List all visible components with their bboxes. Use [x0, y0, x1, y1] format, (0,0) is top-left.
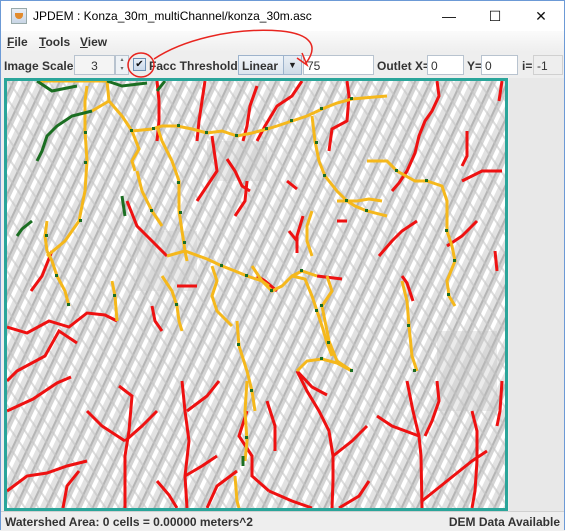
- i-value-field: -1: [533, 55, 563, 75]
- stream-node: [453, 259, 456, 262]
- menu-view-mnemonic: V: [80, 35, 88, 49]
- threshold-input[interactable]: 75: [303, 55, 374, 75]
- dem-map-canvas[interactable]: [4, 78, 508, 511]
- menu-file[interactable]: File: [7, 35, 28, 49]
- menu-file-label: ile: [14, 35, 28, 49]
- image-scale-field[interactable]: 3: [74, 55, 115, 75]
- facc-checkbox[interactable]: ✔: [133, 58, 146, 71]
- stream-node: [175, 303, 178, 306]
- stream-node: [320, 304, 323, 307]
- terrain-shadow: [437, 331, 497, 411]
- stream-node: [245, 436, 248, 439]
- menu-view[interactable]: View: [80, 35, 107, 49]
- stream-node: [300, 269, 303, 272]
- stream-node: [179, 211, 182, 214]
- status-bar: Watershed Area: 0 cells = 0.00000 meters…: [1, 511, 564, 530]
- stream-node: [407, 324, 410, 327]
- close-button[interactable]: ✕: [518, 1, 564, 31]
- stream-node: [177, 181, 180, 184]
- stream-segment: [493, 250, 499, 272]
- facc-threshold-label: Facc Threshold: [149, 59, 238, 73]
- stream-node: [315, 141, 318, 144]
- stream-node: [84, 161, 87, 164]
- stream-node: [323, 174, 326, 177]
- stream-segment: [243, 380, 249, 462]
- window-title: JPDEM : Konza_30m_multiChannel/konza_30m…: [33, 9, 312, 23]
- i-label: i=: [522, 59, 533, 73]
- minimize-button[interactable]: —: [426, 1, 472, 31]
- stream-node: [425, 179, 428, 182]
- stream-node: [265, 127, 268, 130]
- stream-node: [55, 274, 58, 277]
- stream-node: [315, 309, 318, 312]
- dem-data-status: DEM Data Available: [448, 515, 560, 529]
- title-bar: JPDEM : Konza_30m_multiChannel/konza_30m…: [1, 1, 564, 31]
- stream-node: [220, 264, 223, 267]
- stream-node: [395, 169, 398, 172]
- stream-node: [152, 127, 155, 130]
- spinner-up-icon[interactable]: ▴: [116, 56, 128, 65]
- menu-bar: File Tools View: [1, 31, 564, 52]
- stream-node: [237, 343, 240, 346]
- stream-node: [150, 209, 153, 212]
- stream-node: [350, 97, 353, 100]
- menu-tools-label: ools: [45, 35, 71, 49]
- stream-node: [113, 294, 116, 297]
- outlet-x-input[interactable]: 0: [427, 55, 464, 75]
- scale-mode-dropdown[interactable]: Linear ▼: [238, 55, 302, 75]
- stream-node: [67, 303, 70, 306]
- menu-view-label: iew: [87, 35, 108, 49]
- stream-node: [413, 369, 416, 372]
- stream-node: [177, 124, 180, 127]
- spinner-down-icon[interactable]: ▾: [116, 65, 128, 74]
- toolbar: Image Scale 3 ▴ ▾ ✔ Facc Threshold Linea…: [1, 52, 564, 78]
- outlet-y-label: Y=: [467, 59, 483, 73]
- stream-node: [183, 241, 186, 244]
- stream-node: [45, 234, 48, 237]
- stream-node: [320, 357, 323, 360]
- image-scale-label: Image Scale: [4, 59, 74, 73]
- watershed-area-status: Watershed Area: 0 cells = 0.00000 meters…: [5, 515, 253, 529]
- stream-node: [84, 131, 87, 134]
- outlet-x-label: Outlet X=: [377, 59, 431, 73]
- image-scale-spinner[interactable]: ▴ ▾: [115, 55, 129, 75]
- stream-node: [365, 209, 368, 212]
- stream-node: [327, 341, 330, 344]
- stream-node: [345, 199, 348, 202]
- stream-node: [235, 134, 238, 137]
- scale-mode-value: Linear: [238, 55, 284, 75]
- stream-node: [270, 289, 273, 292]
- stream-node: [445, 229, 448, 232]
- app-window: JPDEM : Konza_30m_multiChannel/konza_30m…: [0, 0, 565, 530]
- stream-node: [250, 389, 253, 392]
- stream-node: [245, 274, 248, 277]
- outlet-y-input[interactable]: 0: [481, 55, 518, 75]
- stream-node: [447, 293, 450, 296]
- stream-node: [350, 369, 353, 372]
- stream-node: [205, 131, 208, 134]
- menu-tools[interactable]: Tools: [39, 35, 70, 49]
- stream-node: [320, 107, 323, 110]
- stream-node: [290, 119, 293, 122]
- chevron-down-icon[interactable]: ▼: [284, 55, 302, 75]
- java-app-icon: [11, 8, 27, 24]
- stream-node: [130, 129, 133, 132]
- stream-node: [79, 219, 82, 222]
- side-panel: [509, 78, 564, 511]
- dem-stream-map: [7, 81, 505, 508]
- maximize-button[interactable]: ☐: [472, 1, 518, 31]
